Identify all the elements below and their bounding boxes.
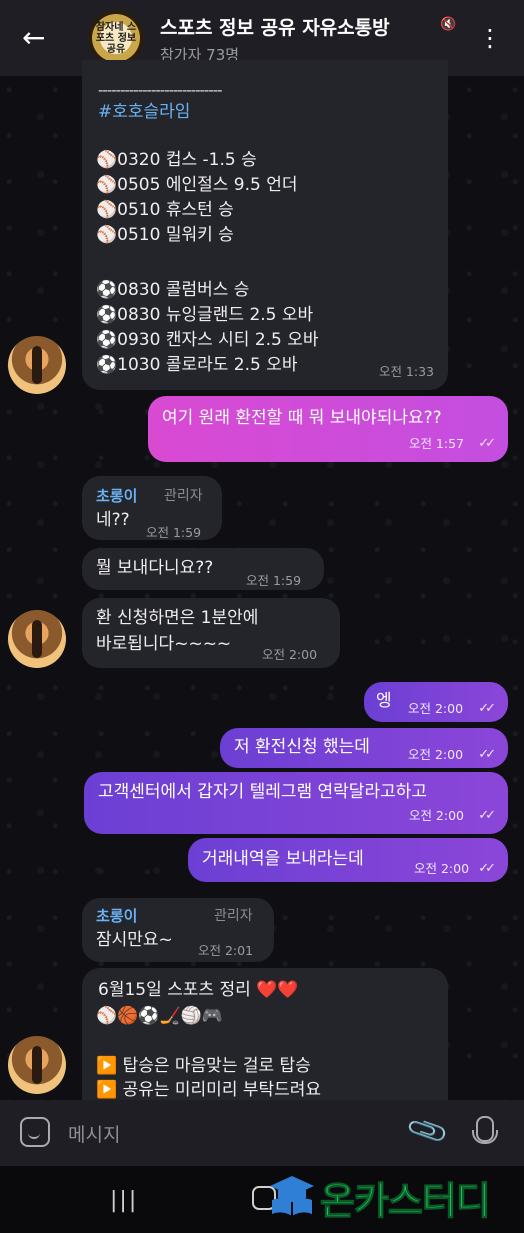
message-text: 저 환전신청 했는데 (234, 737, 370, 757)
message-bubble[interactable]: 고객센터에서 갑자기 텔레그램 연락달라고하고 오전 2:00 ✓✓ (84, 772, 508, 834)
message-time: 오전 2:00 (262, 647, 318, 662)
watermark: 온카스터디 (268, 1168, 524, 1226)
message-bubble[interactable]: 초롱이 관리자 네?? 오전 1:59 (82, 476, 222, 540)
message-text: 잠시만요~ (96, 930, 173, 950)
group-avatar-text: 참자네 스포츠 정보공유 (95, 21, 137, 55)
more-vertical-icon[interactable]: ⋮ (478, 22, 502, 54)
arrow-left-icon[interactable]: ← (22, 22, 54, 54)
avatar[interactable] (8, 610, 66, 668)
message-text: 고객센터에서 갑자기 텔레그램 연락달라고하고 (98, 782, 428, 802)
pick-line: ⚾0510 밀워키 승 (96, 225, 234, 245)
message-bubble[interactable]: 초롱이 관리자 잠시만요~ 오전 2:01 (82, 898, 274, 962)
pick-line: ⚽0830 콜럼버스 승 (96, 280, 250, 300)
message-bubble[interactable]: ---------------------------- #호호슬라임 ⚾032… (82, 60, 448, 390)
message-time: 오전 2:01 (198, 943, 254, 958)
pick-line: ⚽0830 뉴잉글랜드 2.5 오바 (96, 305, 314, 325)
message-text: 거래내역을 보내라는데 (202, 849, 364, 869)
message-text: 환 신청하면은 1분안에 (96, 608, 259, 628)
sender-name[interactable]: 초롱이 (96, 904, 137, 929)
message-time: 오전 1:59 (146, 525, 202, 540)
pick-line: ⚾0505 에인절스 9.5 언더 (96, 175, 298, 195)
avatar[interactable] (8, 336, 66, 394)
admin-badge: 관리자 (164, 488, 203, 504)
message-time: 오전 1:59 (246, 573, 302, 588)
message-bubble[interactable]: 뭘 보내다니요?? 오전 1:59 (82, 548, 324, 590)
message-text: 6월15일 스포츠 정리 ❤️❤️ (98, 980, 299, 1000)
watermark-text: 온카스터디 (320, 1179, 492, 1224)
message-bubble[interactable]: 6월15일 스포츠 정리 ❤️❤️ ⚾🏀⚽🏒🏐🎮 ▶️ 탑승은 마음맞는 걸로 … (82, 968, 448, 1118)
admin-badge: 관리자 (214, 908, 253, 924)
message-time: 오전 2:00 (408, 747, 464, 762)
message-text: ▶️ 탑승은 마음맞는 걸로 탑승 (96, 1056, 311, 1076)
read-check-icon: ✓✓ (478, 747, 496, 762)
message-bubble[interactable]: 여기 원래 환전할 때 뭐 보내야되나요?? 오전 1:57 ✓✓ (148, 396, 508, 462)
message-text: 엥 (376, 691, 392, 711)
message-time: 오전 1:57 (408, 436, 464, 451)
message-input[interactable]: 메시지 (68, 1120, 120, 1147)
pick-line: ⚽1030 콜로라도 2.5 오바 (96, 355, 298, 375)
message-text: 뭘 보내다니요?? (96, 558, 214, 578)
avatar[interactable] (8, 1036, 66, 1094)
read-check-icon: ✓✓ (478, 436, 496, 451)
emoji-row: ⚾🏀⚽🏒🏐🎮 (96, 1006, 224, 1026)
sender-name[interactable]: 초롱이 (96, 484, 137, 509)
graduation-book-icon (270, 1176, 314, 1216)
message-text: 네?? (96, 510, 130, 530)
paperclip-icon[interactable]: 📎 (404, 1107, 451, 1153)
read-check-icon: ✓✓ (478, 808, 496, 823)
message-time: 오전 2:00 (414, 861, 470, 876)
sticker-icon[interactable] (20, 1117, 50, 1147)
recent-apps-icon[interactable]: ||| (110, 1188, 138, 1213)
message-time: 오전 1:33 (378, 364, 434, 379)
message-bubble[interactable]: 저 환전신청 했는데 오전 2:00 ✓✓ (220, 728, 508, 768)
message-text: 바로됩니다~~~~ (96, 634, 232, 654)
chat-title[interactable]: 스포츠 정보 공유 자유소통방 (160, 13, 440, 40)
microphone-icon[interactable] (472, 1116, 498, 1144)
pick-line: ⚾0510 휴스턴 승 (96, 200, 234, 220)
message-time: 오전 2:00 (408, 701, 464, 716)
pick-line: ⚽0930 캔자스 시티 2.5 오바 (96, 330, 319, 350)
message-input-bar: 메시지 📎 (0, 1100, 524, 1166)
read-check-icon: ✓✓ (478, 861, 496, 876)
message-bubble[interactable]: 거래내역을 보내라는데 오전 2:00 ✓✓ (188, 838, 508, 882)
pick-line: ⚾0320 컵스 -1.5 승 (96, 150, 257, 170)
hashtag-link[interactable]: #호호슬라임 (98, 100, 190, 125)
muted-icon: 🔇 (440, 17, 457, 32)
message-text: 여기 원래 환전할 때 뭐 보내야되나요?? (162, 408, 442, 428)
read-check-icon: ✓✓ (478, 701, 496, 716)
message-time: 오전 2:00 (408, 808, 464, 823)
message-bubble[interactable]: 엥 오전 2:00 ✓✓ (364, 682, 508, 722)
message-bubble[interactable]: 환 신청하면은 1분안에 바로됩니다~~~~ 오전 2:00 (82, 598, 340, 668)
group-avatar[interactable]: 참자네 스포츠 정보공유 (88, 10, 144, 66)
